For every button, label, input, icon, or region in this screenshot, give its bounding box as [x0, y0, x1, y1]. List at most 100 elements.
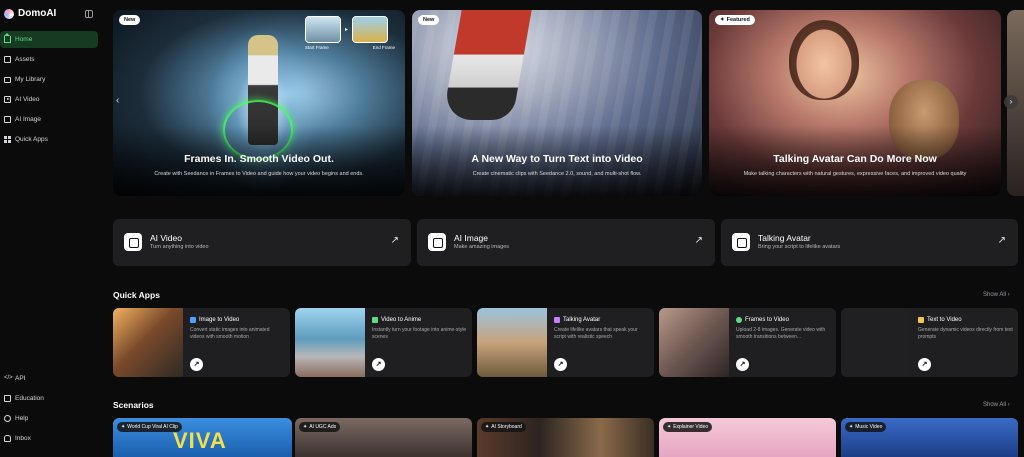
- hero-badge-label: Featured: [726, 17, 750, 23]
- feature-subtitle: Make amazing images: [454, 244, 510, 250]
- hero-title: A New Way to Turn Text into Video: [471, 153, 643, 165]
- sparkle-icon: ✦: [303, 424, 308, 430]
- scenario-card[interactable]: VIVA ✦ World Cup Viral AI Clip: [113, 418, 292, 457]
- frames-preview: ▸: [305, 16, 389, 43]
- hero-badge: New: [119, 15, 141, 25]
- sidebar-item-assets[interactable]: Assets: [0, 51, 98, 68]
- quick-app-card[interactable]: Frames to Video Upload 2-8 images. Gener…: [659, 308, 836, 377]
- image-to-video-icon: [190, 317, 196, 323]
- sidebar-bottom-nav: </> API Education Help Inbox: [0, 370, 98, 450]
- carousel-next-icon[interactable]: ›: [1004, 95, 1018, 109]
- scenario-badge: ✦ World Cup Viral AI Clip: [117, 422, 182, 432]
- quick-app-desc: Upload 2-8 images. Generate video with s…: [736, 327, 826, 341]
- video-camera-icon: [124, 233, 142, 251]
- quick-app-title: Talking Avatar: [554, 317, 600, 323]
- scenario-badge-label: World Cup Viral AI Clip: [127, 424, 178, 430]
- show-all-label: Show All: [983, 402, 1007, 408]
- start-frame-thumb: [305, 16, 341, 43]
- education-icon: [4, 395, 11, 402]
- brand-name: DomoAI: [18, 8, 57, 19]
- feature-card-ai-video[interactable]: AI Video Turn anything into video ↗: [113, 219, 411, 266]
- hero-badge: ✦ Featured: [715, 15, 755, 25]
- scenario-badge: ✦ AI Storyboard: [481, 422, 526, 432]
- start-frame-label: Start Frame: [305, 45, 329, 50]
- quick-apps-heading: Quick Apps: [113, 290, 160, 300]
- hero-avatar: [789, 20, 859, 100]
- sparkle-icon: ✦: [849, 424, 854, 430]
- quick-app-title: Video to Anime: [372, 317, 421, 323]
- scenario-card[interactable]: ✦ Explainer Video: [659, 418, 836, 457]
- arrow-up-right-icon: ↗: [694, 235, 703, 246]
- sidebar-item-ai-image[interactable]: AI Image: [0, 111, 98, 128]
- arrow-up-right-icon[interactable]: ↗: [372, 358, 385, 371]
- feature-card-talking-avatar[interactable]: Talking Avatar Bring your script to life…: [721, 219, 1018, 266]
- scenario-card[interactable]: ✦ AI Storyboard: [477, 418, 654, 457]
- frames-to-video-icon: [736, 317, 742, 323]
- assets-icon: [4, 56, 11, 63]
- sidebar-item-my-library[interactable]: My Library: [0, 71, 98, 88]
- domoai-logo-icon: [4, 8, 14, 19]
- hero-slide-talking-avatar[interactable]: ✦ Featured Talking Avatar Can Do More Now…: [709, 10, 1001, 196]
- quick-apps-show-all-link[interactable]: Show All ›: [983, 292, 1010, 298]
- sidebar-item-home[interactable]: Home: [0, 31, 98, 48]
- quick-app-desc: Convert static images into animated vide…: [190, 327, 270, 341]
- talking-avatar-icon: [554, 317, 560, 323]
- quick-app-desc: Create lifelike avatars that speak your …: [554, 327, 638, 341]
- arrow-up-right-icon[interactable]: ↗: [190, 358, 203, 371]
- hero-slide-text-to-video[interactable]: New A New Way to Turn Text into Video Cr…: [412, 10, 702, 196]
- scenario-badge: ✦ AI UGC Ads: [299, 422, 341, 432]
- arrow-up-right-icon: ↗: [390, 235, 399, 246]
- scenario-badge: ✦ Music Video: [845, 422, 887, 432]
- sparkle-icon: ✦: [121, 424, 126, 430]
- quick-app-title: Image to Video: [190, 317, 239, 323]
- quick-app-card[interactable]: Talking Avatar Create lifelike avatars t…: [477, 308, 654, 377]
- quick-app-card[interactable]: Image to Video Convert static images int…: [113, 308, 290, 377]
- hero-title: Frames In. Smooth Video Out.: [184, 153, 334, 165]
- sidebar-item-api[interactable]: </> API: [0, 370, 98, 387]
- scenario-card[interactable]: ✦ AI UGC Ads: [295, 418, 472, 457]
- hero-subtitle: Create cinematic clips with Seedance 2.0…: [472, 171, 642, 177]
- quick-app-card[interactable]: Text to Video Generate dynamic videos di…: [841, 308, 1018, 377]
- quick-app-title-label: Frames to Video: [745, 317, 789, 323]
- sidebar-item-quick-apps[interactable]: Quick Apps: [0, 131, 98, 148]
- text-to-video-icon: [918, 317, 924, 323]
- code-icon: </>: [4, 375, 13, 381]
- arrow-up-right-icon[interactable]: ↗: [736, 358, 749, 371]
- arrow-up-right-icon[interactable]: ↗: [918, 358, 931, 371]
- sidebar-item-education[interactable]: Education: [0, 390, 98, 407]
- scenario-badge-label: AI Storyboard: [491, 424, 522, 430]
- quick-app-title-label: Talking Avatar: [563, 317, 601, 323]
- sidebar-item-inbox[interactable]: Inbox: [0, 430, 98, 447]
- feature-card-ai-image[interactable]: AI Image Make amazing images ↗: [417, 219, 715, 266]
- carousel-prev-icon[interactable]: ‹: [116, 95, 119, 106]
- sidebar: DomoAI Home Assets My Library AI Video A…: [0, 0, 104, 457]
- hero-subtitle: Make talking characters with natural ges…: [743, 171, 967, 177]
- brand[interactable]: DomoAI: [4, 8, 56, 19]
- end-frame-thumb: [352, 16, 389, 43]
- quick-app-card[interactable]: Video to Anime Instantly turn your foota…: [295, 308, 472, 377]
- quick-app-title: Frames to Video: [736, 317, 789, 323]
- quick-app-thumbnail: [113, 308, 183, 377]
- sparkle-icon: ✦: [485, 424, 490, 430]
- scenarios-show-all-link[interactable]: Show All ›: [983, 402, 1010, 408]
- scenario-card[interactable]: ✦ Music Video: [841, 418, 1018, 457]
- scenarios-heading: Scenarios: [113, 400, 154, 410]
- quick-app-thumbnail: [841, 308, 911, 377]
- sidebar-item-label: AI Video: [15, 96, 40, 103]
- sidebar-item-ai-video[interactable]: AI Video: [0, 91, 98, 108]
- hero-title: Talking Avatar Can Do More Now: [773, 153, 937, 165]
- arrow-up-right-icon[interactable]: ↗: [554, 358, 567, 371]
- avatar-icon: [732, 233, 750, 251]
- folder-icon: [4, 76, 11, 83]
- sidebar-nav: Home Assets My Library AI Video AI Image…: [0, 31, 98, 151]
- hero-slide-frames[interactable]: ▸ Start Frame End Frame New Frames In. S…: [113, 10, 405, 196]
- sidebar-collapse-icon[interactable]: [85, 10, 93, 18]
- quick-app-thumbnail: [295, 308, 365, 377]
- sidebar-item-label: API: [15, 375, 26, 382]
- quick-app-desc: Instantly turn your footage into anime-s…: [372, 327, 467, 341]
- sidebar-item-label: My Library: [15, 76, 46, 83]
- sidebar-item-label: Home: [15, 36, 33, 43]
- sidebar-item-help[interactable]: Help: [0, 410, 98, 427]
- home-icon: [4, 33, 11, 43]
- feature-subtitle: Bring your script to lifelike avatars: [758, 244, 841, 250]
